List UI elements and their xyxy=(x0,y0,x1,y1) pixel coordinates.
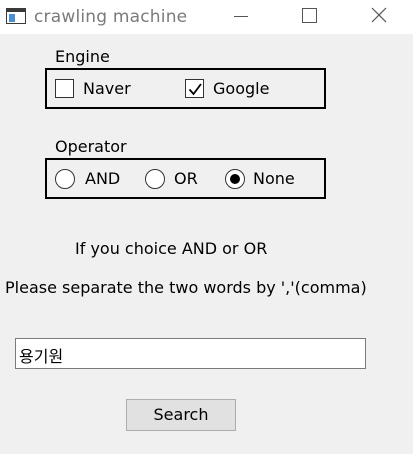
close-icon xyxy=(371,7,387,23)
google-checkbox-label[interactable]: Google xyxy=(213,79,269,98)
instruction-line-2: Please separate the two words by ','(com… xyxy=(5,278,367,297)
minimize-button[interactable] xyxy=(218,0,264,34)
engine-group-label: Engine xyxy=(55,47,110,66)
window-title: crawling machine xyxy=(34,7,188,27)
search-input[interactable]: 용기원 xyxy=(15,338,366,369)
or-radio-label[interactable]: OR xyxy=(174,169,198,188)
and-radio-label[interactable]: AND xyxy=(85,169,120,188)
title-bar[interactable]: crawling machine xyxy=(0,0,413,34)
instruction-line-1: If you choice AND or OR xyxy=(75,239,268,258)
none-radio-label[interactable]: None xyxy=(253,169,295,188)
operator-group-label: Operator xyxy=(55,137,127,156)
search-button[interactable]: Search xyxy=(126,399,236,431)
maximize-icon xyxy=(302,8,317,23)
google-checkbox[interactable] xyxy=(185,79,204,98)
maximize-button[interactable] xyxy=(286,0,332,34)
checkmark-icon xyxy=(188,83,202,96)
naver-checkbox-label[interactable]: Naver xyxy=(83,79,131,98)
app-window-icon xyxy=(6,8,26,24)
close-button[interactable] xyxy=(357,0,403,34)
naver-checkbox[interactable] xyxy=(55,79,74,98)
radio-selected-dot xyxy=(230,174,240,184)
and-radio[interactable] xyxy=(55,169,75,189)
minimize-icon xyxy=(234,16,248,17)
or-radio[interactable] xyxy=(145,169,165,189)
none-radio[interactable] xyxy=(225,169,245,189)
